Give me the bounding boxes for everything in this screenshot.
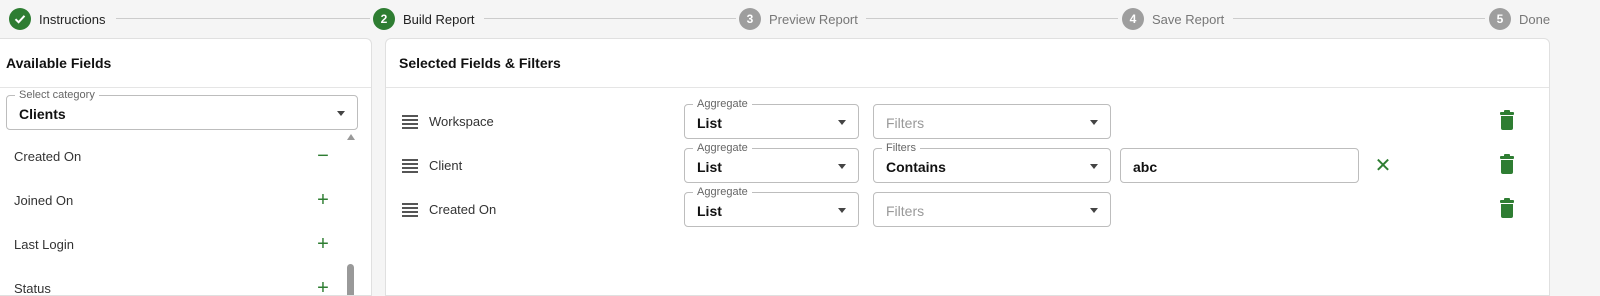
aggregate-value: List bbox=[697, 203, 722, 219]
close-icon[interactable]: ✕ bbox=[1373, 156, 1393, 176]
step-connector bbox=[866, 18, 1118, 19]
selected-fields-panel: Selected Fields & Filters Workspace Aggr… bbox=[385, 38, 1550, 296]
add-field-button[interactable]: + bbox=[313, 278, 333, 295]
list-item: Created On − bbox=[0, 134, 340, 178]
drag-handle-icon[interactable] bbox=[402, 159, 418, 173]
field-label: Joined On bbox=[14, 192, 74, 208]
filter-label: Filters bbox=[882, 142, 920, 154]
check-icon bbox=[9, 8, 31, 30]
remove-field-button[interactable]: − bbox=[313, 146, 333, 166]
selected-field-name: Created On bbox=[429, 202, 497, 217]
step-number: 3 bbox=[739, 8, 761, 30]
scroll-up-arrow-icon[interactable] bbox=[347, 134, 355, 140]
filter-select[interactable]: Filters Contains bbox=[873, 142, 1111, 183]
step-number: 4 bbox=[1122, 8, 1144, 30]
step-preview-report[interactable]: 3 Preview Report bbox=[739, 8, 858, 30]
aggregate-label: Aggregate bbox=[693, 186, 752, 198]
drag-handle-icon[interactable] bbox=[402, 203, 418, 217]
aggregate-label: Aggregate bbox=[693, 142, 752, 154]
chevron-down-icon bbox=[838, 208, 846, 213]
selected-field-name: Client bbox=[429, 158, 463, 173]
filter-select[interactable]: Filters bbox=[873, 104, 1111, 139]
step-label: Save Report bbox=[1152, 11, 1225, 27]
selected-field-name: Workspace bbox=[429, 114, 494, 129]
selected-field-row: Workspace Aggregate List Filters bbox=[386, 98, 1549, 140]
chevron-down-icon bbox=[1090, 164, 1098, 169]
filter-value-input[interactable]: abc bbox=[1120, 148, 1359, 183]
step-label: Build Report bbox=[403, 11, 475, 27]
chevron-down-icon bbox=[838, 120, 846, 125]
category-select-label: Select category bbox=[15, 89, 99, 101]
list-item: Status + bbox=[0, 266, 340, 296]
filter-placeholder: Filters bbox=[886, 203, 925, 219]
aggregate-select[interactable]: Aggregate List bbox=[684, 186, 859, 227]
step-connector bbox=[116, 18, 370, 19]
drag-handle-icon[interactable] bbox=[402, 115, 418, 129]
selected-field-row: Client Aggregate List Filters Contains a… bbox=[386, 142, 1549, 184]
step-number: 2 bbox=[373, 8, 395, 30]
aggregate-label: Aggregate bbox=[693, 98, 752, 110]
list-item: Joined On + bbox=[0, 178, 340, 222]
chevron-down-icon bbox=[1090, 208, 1098, 213]
step-label: Preview Report bbox=[769, 11, 858, 27]
trash-icon[interactable] bbox=[1499, 110, 1515, 130]
step-instructions[interactable]: Instructions bbox=[9, 8, 105, 30]
trash-icon[interactable] bbox=[1499, 198, 1515, 218]
filter-value: Contains bbox=[886, 159, 946, 175]
available-fields-title: Available Fields bbox=[6, 55, 112, 71]
divider bbox=[386, 87, 1549, 88]
aggregate-select[interactable]: Aggregate List bbox=[684, 98, 859, 139]
category-select-value: Clients bbox=[19, 106, 66, 122]
field-label: Status bbox=[14, 280, 51, 296]
chevron-down-icon bbox=[1090, 120, 1098, 125]
step-save-report[interactable]: 4 Save Report bbox=[1122, 8, 1224, 30]
filter-placeholder: Filters bbox=[886, 115, 925, 131]
field-label: Created On bbox=[14, 148, 82, 164]
scrollbar-thumb[interactable] bbox=[347, 264, 354, 295]
field-label: Last Login bbox=[14, 236, 74, 252]
step-label: Done bbox=[1519, 11, 1551, 27]
available-fields-panel: Available Fields Select category Clients… bbox=[0, 38, 372, 296]
step-connector bbox=[484, 18, 736, 19]
aggregate-value: List bbox=[697, 115, 722, 131]
trash-icon[interactable] bbox=[1499, 154, 1515, 174]
aggregate-value: List bbox=[697, 159, 722, 175]
field-list-scrollbar[interactable] bbox=[345, 134, 355, 295]
aggregate-select[interactable]: Aggregate List bbox=[684, 142, 859, 183]
step-done[interactable]: 5 Done bbox=[1489, 8, 1550, 30]
step-connector bbox=[1233, 18, 1485, 19]
step-build-report[interactable]: 2 Build Report bbox=[373, 8, 475, 30]
add-field-button[interactable]: + bbox=[313, 190, 333, 210]
list-item: Last Login + bbox=[0, 222, 340, 266]
add-field-button[interactable]: + bbox=[313, 234, 333, 254]
step-number: 5 bbox=[1489, 8, 1511, 30]
filter-select[interactable]: Filters bbox=[873, 192, 1111, 227]
divider bbox=[0, 87, 371, 88]
category-select[interactable]: Select category Clients bbox=[6, 89, 358, 130]
report-stepper: Instructions 2 Build Report 3 Preview Re… bbox=[0, 0, 1600, 38]
filter-value-text: abc bbox=[1133, 159, 1158, 175]
chevron-down-icon bbox=[838, 164, 846, 169]
selected-field-row: Created On Aggregate List Filters bbox=[386, 186, 1549, 228]
step-label: Instructions bbox=[39, 11, 106, 27]
selected-fields-title: Selected Fields & Filters bbox=[399, 55, 561, 71]
chevron-down-icon bbox=[337, 111, 345, 116]
